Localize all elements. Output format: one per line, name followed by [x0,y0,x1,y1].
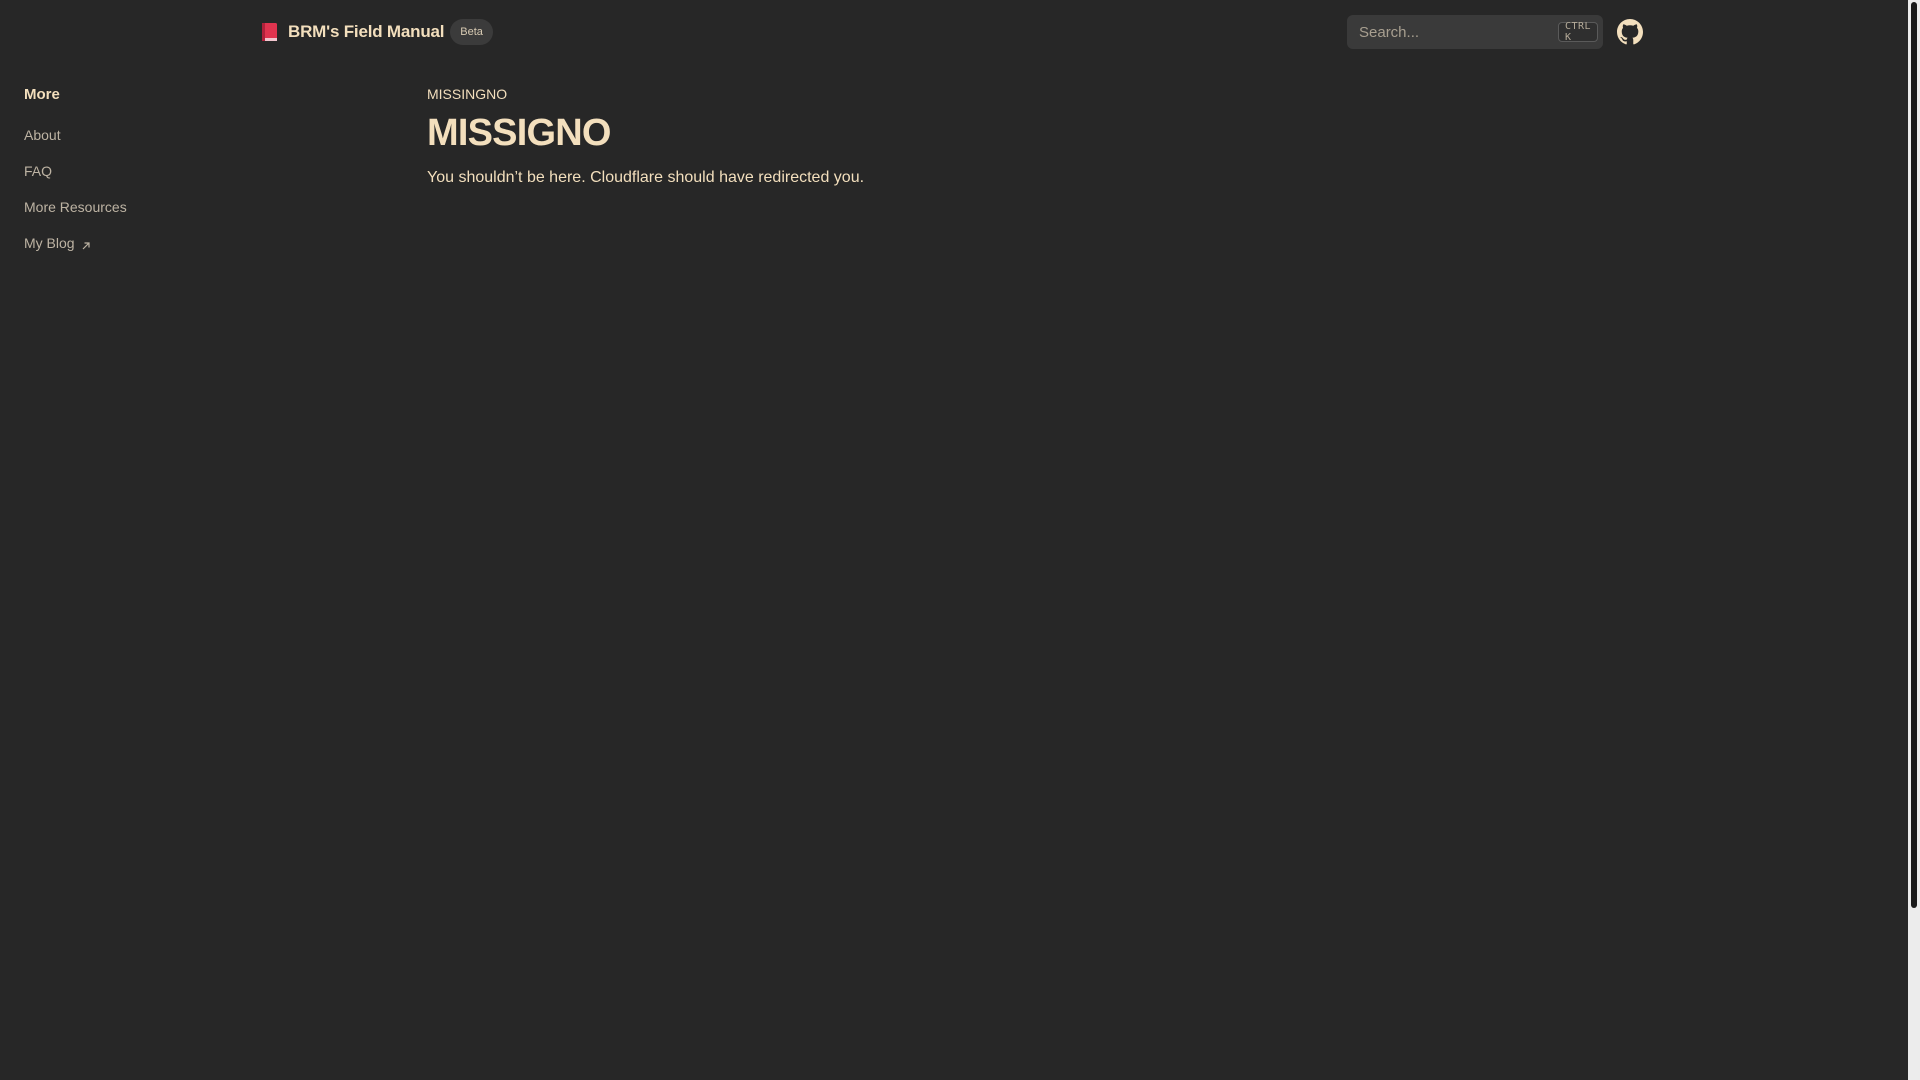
sidebar-heading: More [24,86,60,103]
page-title: MISSIGNO [427,112,611,154]
sidebar-item-label: FAQ [24,163,53,179]
sidebar-item-label: My Blog [24,235,75,251]
scrollbar-thumb[interactable] [1911,2,1917,908]
search-box[interactable]: CTRL K [1347,15,1603,49]
main-content: MISSINGNO MISSIGNO You shouldn’t be here… [427,86,1527,187]
github-link[interactable] [1617,19,1643,45]
breadcrumb: MISSINGNO [427,86,508,102]
book-icon [259,21,280,43]
search-input[interactable] [1359,23,1558,41]
page: BRM's Field Manual Beta CTRL K More Abou… [0,0,1920,1080]
sidebar-item-more-resources[interactable]: More Resources [24,197,284,217]
sidebar-item-about[interactable]: About [24,125,284,145]
sidebar-item-label: About [24,127,61,143]
sidebar-item-faq[interactable]: FAQ [24,161,284,181]
beta-badge: Beta [450,19,493,45]
brand-home-link[interactable]: BRM's Field Manual Beta [259,19,493,45]
external-link-icon [81,238,91,250]
sidebar: More About FAQ More Resources My Blog [24,86,284,269]
sidebar-item-my-blog[interactable]: My Blog [24,233,284,253]
top-header: BRM's Field Manual Beta CTRL K [0,0,1908,64]
search-shortcut-hint: CTRL K [1558,21,1599,43]
brand-title: BRM's Field Manual [288,22,445,41]
github-icon [1617,19,1643,49]
body-text: You shouldn’t be here. Cloudflare should… [427,169,865,186]
sidebar-item-label: More Resources [24,199,127,215]
